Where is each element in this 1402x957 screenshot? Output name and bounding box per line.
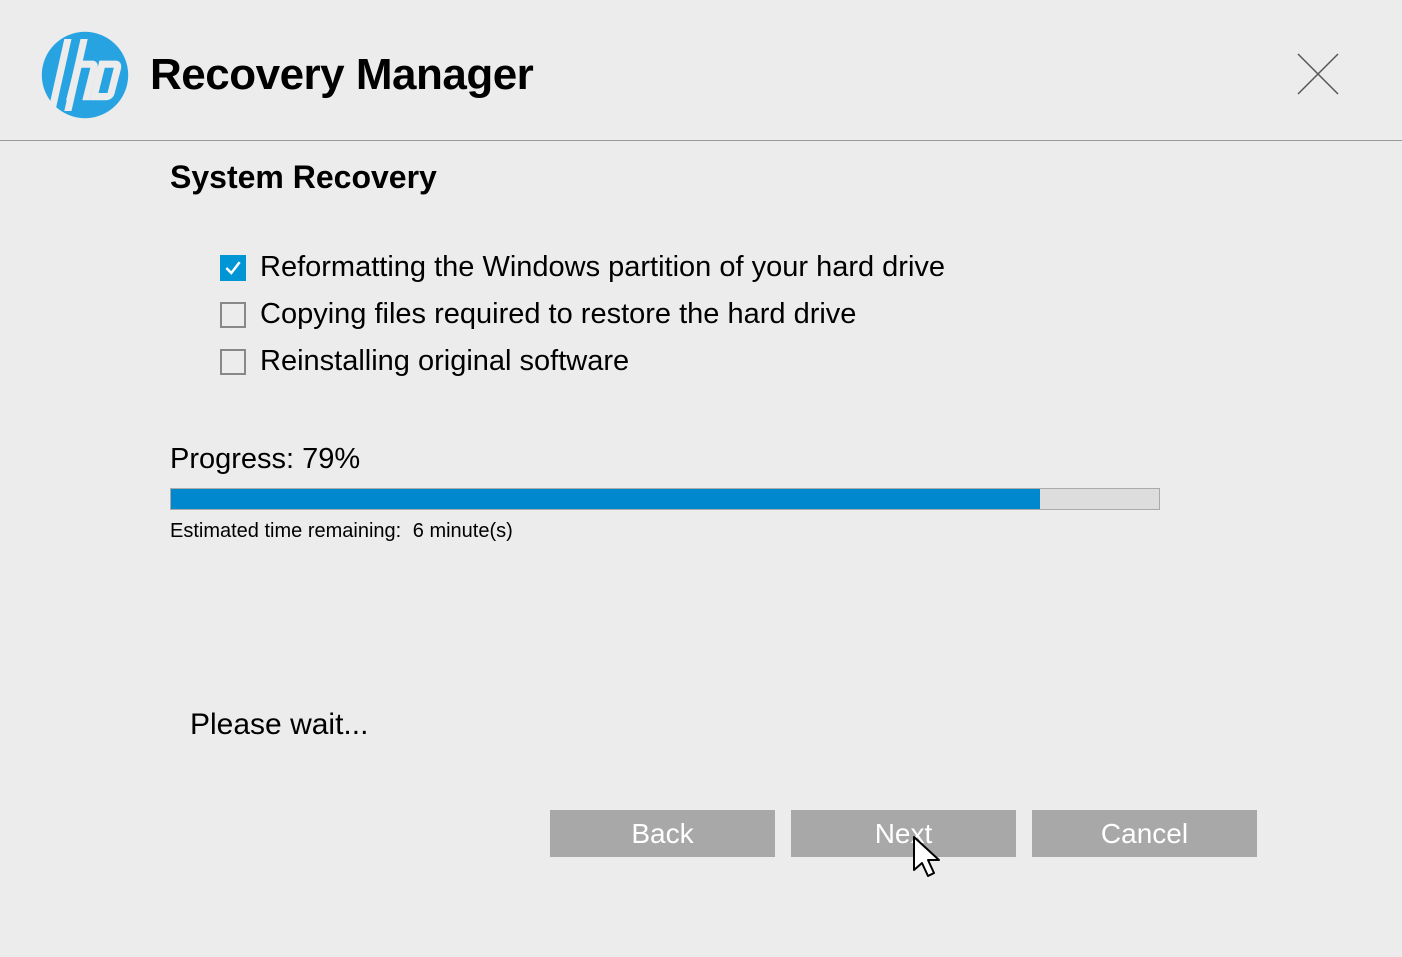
checkbox-checked-icon (220, 255, 246, 281)
next-button[interactable]: Next (791, 810, 1016, 857)
button-row: Back Next Cancel (550, 810, 1257, 857)
progress-label: Progress: (170, 443, 294, 476)
checkbox-empty-icon (220, 302, 246, 328)
eta-value: 6 minute(s) (413, 520, 513, 542)
progress-fill (171, 489, 1040, 509)
step-item: Reinstalling original software (220, 345, 1232, 378)
steps-list: Reformatting the Windows partition of yo… (220, 251, 1232, 378)
progress-bar (170, 488, 1160, 510)
step-label: Reformatting the Windows partition of yo… (260, 251, 945, 284)
close-icon (1294, 50, 1342, 98)
step-label: Copying files required to restore the ha… (260, 298, 856, 331)
step-item: Copying files required to restore the ha… (220, 298, 1232, 331)
back-button[interactable]: Back (550, 810, 775, 857)
hp-logo-icon (40, 30, 130, 120)
status-text: Please wait... (190, 708, 1232, 742)
step-item: Reformatting the Windows partition of yo… (220, 251, 1232, 284)
window-header: Recovery Manager (0, 0, 1402, 141)
cancel-button[interactable]: Cancel (1032, 810, 1257, 857)
eta-label: Estimated time remaining: (170, 520, 401, 542)
progress-percent: 79% (302, 443, 360, 476)
checkbox-empty-icon (220, 349, 246, 375)
page-subtitle: System Recovery (170, 159, 1232, 196)
close-button[interactable] (1294, 50, 1342, 98)
app-title: Recovery Manager (150, 50, 533, 100)
progress-section: Progress: 79% Estimated time remaining: … (170, 443, 1232, 543)
step-label: Reinstalling original software (260, 345, 629, 378)
